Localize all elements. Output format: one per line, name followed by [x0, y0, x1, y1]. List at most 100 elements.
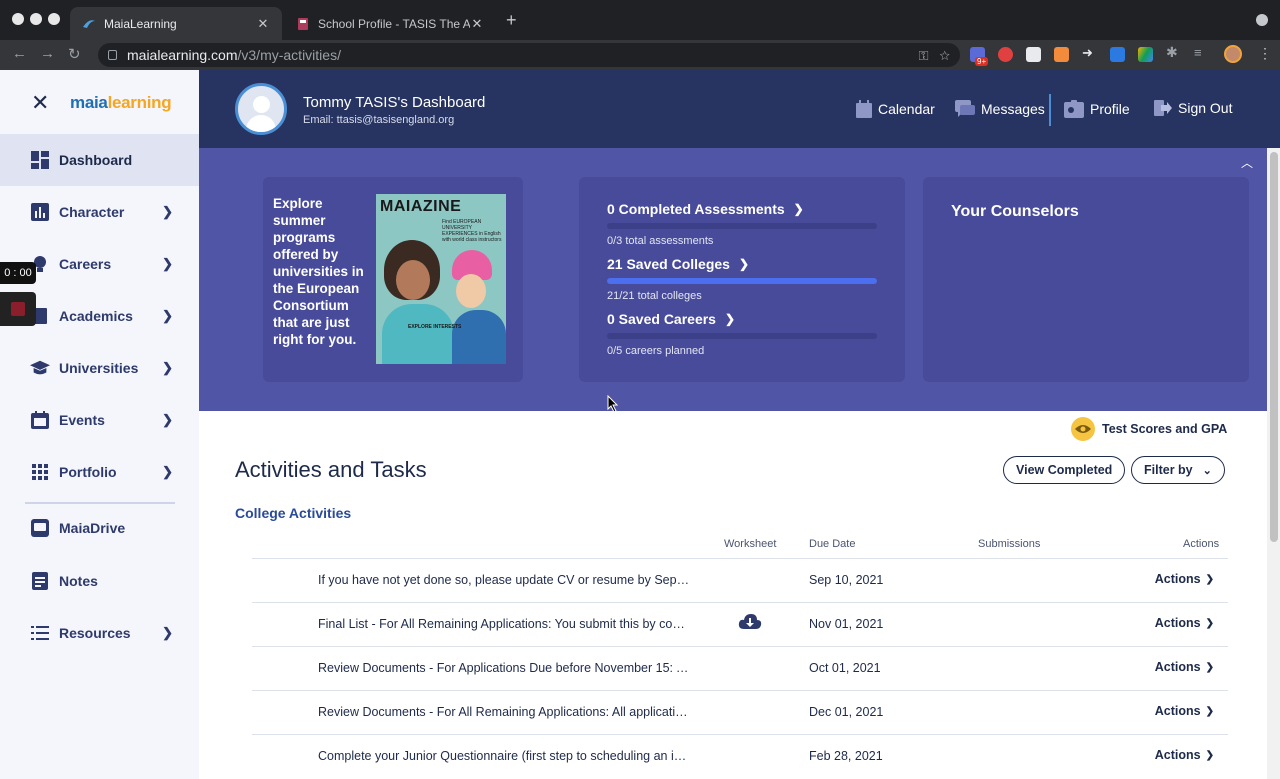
user-avatar[interactable] — [235, 83, 287, 135]
collapse-chevron-up-icon[interactable]: ︿ — [1241, 154, 1253, 171]
sidebar-item-label: Universities — [59, 360, 139, 376]
sidebar-item-resources[interactable]: Resources ❯ — [0, 607, 199, 659]
tab-close-icon[interactable]: ✕ — [470, 16, 484, 32]
sidebar-item-label: Academics — [59, 308, 133, 324]
url-path: /v3/my-activities/ — [237, 47, 341, 63]
column-header-submissions: Submissions — [978, 538, 1041, 550]
window-maximize-dot[interactable] — [48, 13, 60, 25]
actions-dropdown[interactable]: Actions ❯ — [1155, 616, 1214, 630]
dashboard-title: Tommy TASIS's Dashboard — [303, 94, 486, 111]
window-close-dot[interactable] — [12, 13, 24, 25]
careers-progress-bar — [607, 333, 877, 339]
assessments-subtext: 0/3 total assessments — [607, 235, 714, 247]
careers-subtext: 0/5 careers planned — [607, 345, 705, 357]
browser-menu-icon[interactable]: ⋮ — [1258, 45, 1272, 62]
actions-dropdown[interactable]: Actions ❯ — [1155, 748, 1214, 762]
sidebar-item-label: MaiaDrive — [59, 520, 126, 536]
activities-title: Activities and Tasks — [235, 457, 427, 482]
forward-icon[interactable]: → — [40, 45, 55, 62]
maialearning-logo[interactable]: maialearning — [70, 93, 172, 113]
promo-text: Explore summer programs offered by unive… — [273, 196, 364, 347]
extension-blue-icon[interactable] — [1110, 47, 1125, 62]
filter-by-label: Filter by — [1144, 463, 1193, 477]
extension-red-icon[interactable] — [998, 47, 1013, 62]
tab-maialearning[interactable]: MaiaLearning ✕ — [70, 7, 282, 40]
user-email: Email: ttasis@tasisengland.org — [303, 114, 455, 126]
messages-link[interactable]: Messages — [955, 100, 1045, 118]
column-header-actions: Actions — [1183, 538, 1220, 550]
scrollbar-thumb[interactable] — [1270, 152, 1278, 542]
reading-list-icon[interactable]: ≡ — [1194, 45, 1209, 60]
test-scores-label: Test Scores and GPA — [1102, 422, 1228, 436]
saved-careers-link[interactable]: 0 Saved Careers ❯ — [607, 311, 735, 327]
test-scores-link[interactable]: Test Scores and GPA — [1071, 417, 1227, 441]
maiazine-cover-image[interactable]: MAIAZINE Find EUROPEAN UNIVERSITY EXPERI… — [376, 194, 506, 364]
cloud-download-icon[interactable] — [738, 613, 762, 636]
sidebar-item-maiadrive[interactable]: MaiaDrive — [0, 502, 199, 554]
sidebar-item-character[interactable]: Character ❯ — [0, 186, 199, 238]
promo-card[interactable]: Explore summer programs offered by unive… — [263, 177, 523, 382]
colleges-progress-bar — [607, 278, 877, 284]
column-header-due-date[interactable]: Due Date — [809, 538, 855, 550]
extension-orange-icon[interactable] — [1054, 47, 1069, 62]
tab-title: MaiaLearning — [104, 16, 177, 31]
sidebar-item-portfolio[interactable]: Portfolio ❯ — [0, 446, 199, 498]
profile-link[interactable]: Profile — [1064, 100, 1130, 118]
due-date: Dec 01, 2021 — [809, 705, 884, 719]
due-date: Sep 10, 2021 — [809, 573, 884, 587]
school-favicon-icon — [298, 17, 308, 30]
stat-label: 0 Completed Assessments — [607, 201, 785, 217]
back-icon[interactable]: ← — [12, 45, 27, 62]
key-and-star-icons[interactable]: ⚿ ☆ — [919, 48, 950, 64]
table-row[interactable]: Complete your Junior Questionnaire (firs… — [252, 734, 1228, 778]
sign-out-link[interactable]: Sign Out — [1154, 100, 1232, 116]
task-title[interactable]: Final List - For All Remaining Applicati… — [318, 617, 692, 631]
task-title[interactable]: Review Documents - For Applications Due … — [318, 661, 692, 675]
actions-dropdown[interactable]: Actions ❯ — [1155, 704, 1214, 718]
sidebar-item-universities[interactable]: Universities ❯ — [0, 342, 199, 394]
browser-profile-avatar[interactable] — [1224, 45, 1242, 63]
chevron-right-icon: ❯ — [724, 312, 736, 326]
table-row[interactable]: Final List - For All Remaining Applicati… — [252, 602, 1228, 646]
table-row[interactable]: Review Documents - For All Remaining App… — [252, 690, 1228, 734]
table-row[interactable]: Review Documents - For Applications Due … — [252, 646, 1228, 690]
assessments-progress-bar — [607, 223, 877, 229]
sidebar-item-label: Portfolio — [59, 464, 117, 480]
chevron-right-icon: ❯ — [793, 202, 804, 216]
task-title[interactable]: Review Documents - For All Remaining App… — [318, 705, 692, 719]
saved-colleges-link[interactable]: 21 Saved Colleges ❯ — [607, 256, 749, 272]
filter-by-dropdown[interactable]: Filter by ⌄ — [1131, 456, 1225, 484]
sidebar-item-notes[interactable]: Notes — [0, 555, 199, 607]
calendar-link[interactable]: Calendar — [856, 100, 935, 118]
view-completed-button[interactable]: View Completed — [1003, 456, 1126, 484]
recorder-stop-button[interactable] — [0, 292, 36, 326]
task-title[interactable]: If you have not yet done so, please upda… — [318, 573, 692, 587]
tab-search-icon[interactable] — [1256, 14, 1268, 26]
reload-icon[interactable]: ↻ — [68, 45, 81, 63]
close-icon[interactable]: ✕ — [31, 92, 49, 114]
url-host: maialearning.com — [127, 47, 238, 63]
actions-dropdown[interactable]: Actions ❯ — [1155, 572, 1214, 586]
actions-label: Actions — [1154, 572, 1201, 586]
tab-close-icon[interactable]: ✕ — [256, 16, 270, 32]
chevron-down-icon: ❯ — [1205, 705, 1214, 717]
window-minimize-dot[interactable] — [30, 13, 42, 25]
address-bar[interactable]: maialearning.com/v3/my-activities/ ⚿ ☆ — [98, 43, 960, 67]
table-row[interactable]: If you have not yet done so, please upda… — [252, 558, 1228, 602]
extension-arrow-icon[interactable]: ➜ — [1082, 45, 1097, 60]
extension-window-icon[interactable] — [1026, 47, 1041, 62]
extension-drive-icon[interactable] — [1138, 47, 1153, 62]
sidebar-item-dashboard[interactable]: Dashboard — [0, 134, 199, 186]
extensions-puzzle-icon[interactable]: ✱ — [1166, 44, 1181, 60]
sidebar-item-events[interactable]: Events ❯ — [0, 394, 199, 446]
tab-school-profile[interactable]: School Profile - TASIS The Am ✕ — [284, 7, 496, 40]
completed-assessments-link[interactable]: 0 Completed Assessments ❯ — [607, 201, 804, 217]
messages-label: Messages — [981, 101, 1045, 117]
dashboard-banner: ︿ Explore summer programs offered by uni… — [199, 148, 1267, 411]
sidebar-item-label: Events — [59, 412, 105, 428]
chevron-right-icon: ❯ — [162, 412, 173, 427]
view-completed-label: View Completed — [1016, 463, 1113, 477]
new-tab-icon[interactable]: + — [506, 11, 517, 29]
task-title[interactable]: Complete your Junior Questionnaire (firs… — [318, 749, 692, 763]
actions-dropdown[interactable]: Actions ❯ — [1155, 660, 1214, 674]
